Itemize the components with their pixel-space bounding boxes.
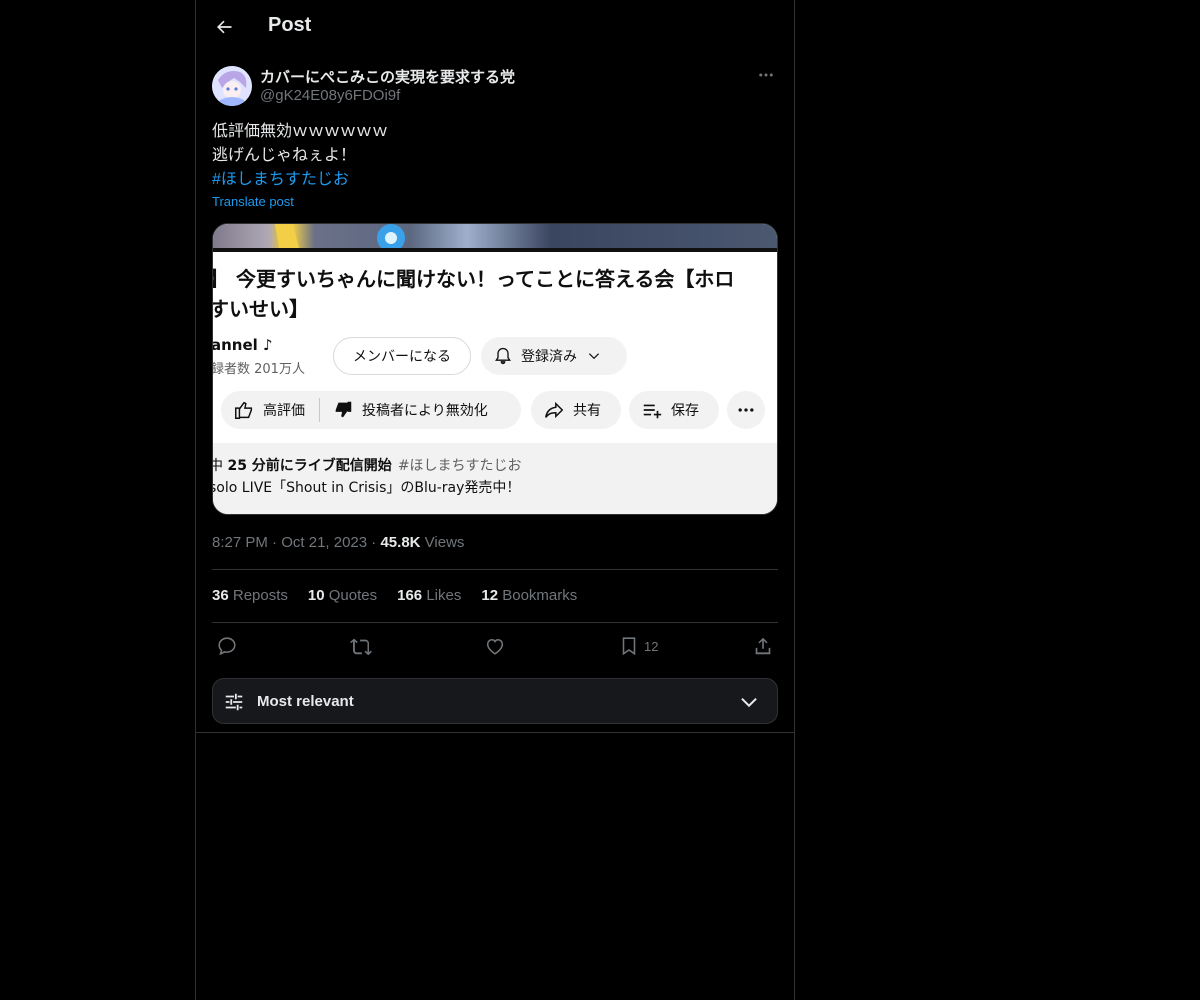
divider: [196, 732, 794, 733]
more-button[interactable]: [754, 64, 778, 86]
author-handle[interactable]: @gK24E08y6FDOi9f: [260, 87, 400, 104]
subscribed-pill: 登録済み: [481, 337, 627, 375]
like-icon: [486, 638, 504, 655]
thumbs-down-icon: [332, 399, 354, 421]
avatar[interactable]: [212, 66, 252, 106]
save-pill: 保存: [629, 391, 719, 429]
share-arrow-icon: [543, 399, 565, 421]
sort-label: Most relevant: [257, 693, 354, 710]
share-icon: [755, 637, 771, 655]
divider: [212, 622, 778, 623]
channel-name: annel ♪: [212, 336, 273, 354]
chevron-down-icon: [588, 353, 600, 360]
views-label: Views: [424, 534, 465, 551]
video-description: 中 25 分前にライブ配信開始#ほしまちすたじお solo LIVE「Shout…: [213, 443, 777, 514]
playlist-add-icon: [641, 399, 663, 421]
main-column: Post カバーにぺこみこの実現を要求する党 @gK24E08y6FDOi9f …: [195, 0, 795, 1000]
author-name[interactable]: カバーにぺこみこの実現を要求する党: [260, 66, 515, 87]
video-thumbnail-strip: [213, 224, 777, 252]
reply-icon: [218, 637, 236, 656]
back-button[interactable]: [206, 9, 242, 45]
sliders-icon: [225, 693, 243, 711]
share-button[interactable]: [752, 634, 774, 658]
thumbs-up-icon: [233, 399, 255, 421]
likes-stat[interactable]: 166 Likes: [397, 587, 461, 604]
post-text-line: 逃げんじゃねぇよ！: [212, 147, 357, 164]
repost-button[interactable]: [350, 634, 372, 658]
member-pill: メンバーになる: [333, 337, 471, 375]
like-dislike-pill: 高評価 投稿者により無効化: [221, 391, 521, 429]
back-arrow-icon: [217, 20, 232, 34]
post-text-line: 低評価無効ｗｗｗｗｗｗ: [212, 123, 389, 140]
bookmark-icon: [622, 637, 636, 656]
divider: [212, 569, 778, 570]
share-pill: 共有: [531, 391, 621, 429]
views-count: 45.8K: [380, 534, 421, 551]
more-pill: [727, 391, 765, 429]
reply-button[interactable]: [216, 634, 238, 658]
more-icon: [759, 73, 773, 77]
post-meta: 8:27 PM · Oct 21, 2023 · 45.8K Views: [212, 534, 465, 551]
post-stats: 36 Reposts 10 Quotes 166 Likes 12 Bookma…: [212, 587, 577, 604]
repost-icon: [350, 638, 372, 656]
media-image[interactable]: 】 今更すいちゃんに聞けない！ってことに答える会【ホロ すいせい】 annel …: [212, 223, 778, 515]
bell-icon: [495, 347, 511, 365]
bookmark-button[interactable]: 12: [618, 634, 658, 658]
reposts-stat[interactable]: 36 Reposts: [212, 587, 288, 604]
post-time[interactable]: 8:27 PM: [212, 534, 268, 551]
more-icon: [738, 408, 754, 412]
post-date[interactable]: Oct 21, 2023: [281, 534, 367, 551]
action-bar: 12: [212, 634, 778, 658]
chevron-down-icon: [741, 697, 757, 708]
bookmarks-stat[interactable]: 12 Bookmarks: [481, 587, 577, 604]
bookmark-count: 12: [644, 638, 659, 654]
like-button[interactable]: [484, 634, 506, 658]
subscriber-count: 録者数 201万人: [212, 362, 305, 377]
page-title: Post: [268, 14, 312, 36]
post-header: Post: [196, 0, 794, 54]
translate-post-link[interactable]: Translate post: [212, 194, 294, 209]
quotes-stat[interactable]: 10 Quotes: [308, 587, 377, 604]
reply-sort-dropdown[interactable]: Most relevant: [212, 678, 778, 724]
hashtag-link[interactable]: #ほしまちすたじお: [212, 168, 778, 192]
post-text: 低評価無効ｗｗｗｗｗｗ 逃げんじゃねぇよ！ #ほしまちすたじお: [212, 120, 778, 192]
